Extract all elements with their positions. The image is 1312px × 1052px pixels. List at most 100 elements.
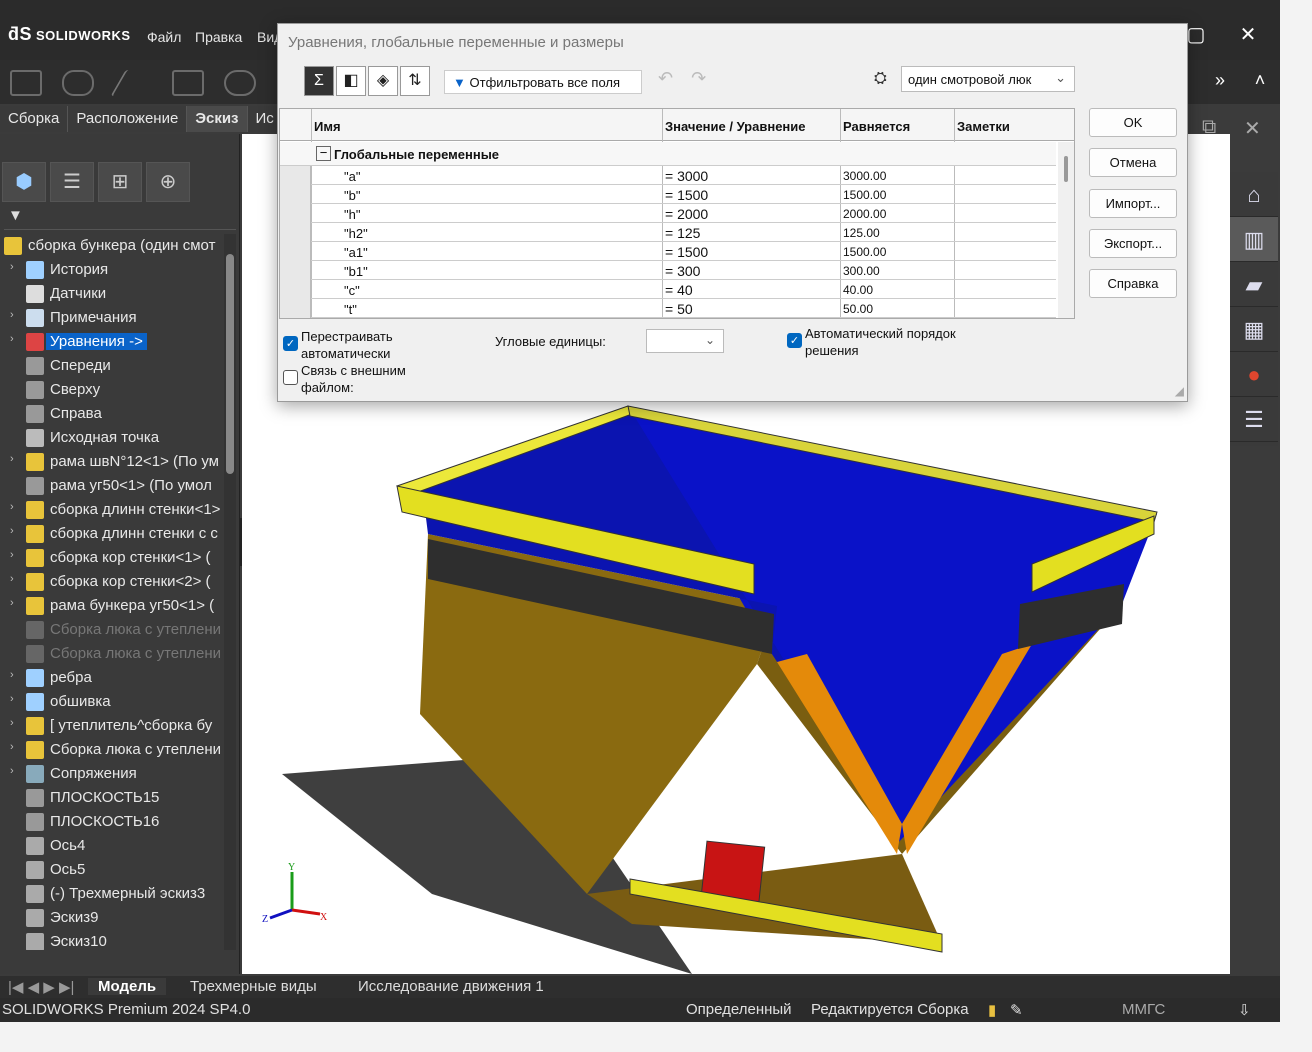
global-variables-group[interactable]: − Глобальные переменные xyxy=(280,142,1056,166)
expand-arrow-icon[interactable]: › xyxy=(10,309,14,321)
variable-value[interactable]: = 1500 xyxy=(665,187,708,203)
status-units[interactable]: ММГС xyxy=(1122,1001,1165,1018)
variable-row[interactable]: "b1" = 300 300.00 xyxy=(280,261,1056,280)
expand-arrow-icon[interactable]: › xyxy=(10,741,14,753)
tree-item[interactable]: Справа xyxy=(0,402,222,426)
variable-name[interactable]: "t" xyxy=(344,302,357,317)
tree-scroll-thumb[interactable] xyxy=(226,254,234,474)
rebuild-auto-checkbox[interactable]: ✓ xyxy=(283,336,298,351)
redo-icon[interactable]: ↷ xyxy=(691,68,724,88)
col-name[interactable]: Имя xyxy=(314,119,341,134)
variable-value[interactable]: = 40 xyxy=(665,282,693,298)
expand-arrow-icon[interactable]: › xyxy=(10,501,14,513)
expand-arrow-icon[interactable]: › xyxy=(10,573,14,585)
view-palette-icon[interactable]: ▦ xyxy=(1230,307,1278,352)
tree-item[interactable]: › рама швN°12<1> (По ум xyxy=(0,450,222,474)
tree-item[interactable]: › сборка кор стенки<1> ( xyxy=(0,546,222,570)
tree-item[interactable]: › ребра xyxy=(0,666,222,690)
tree-scrollbar[interactable] xyxy=(224,234,236,950)
variable-row[interactable]: "b" = 1500 1500.00 xyxy=(280,185,1056,204)
col-result[interactable]: Равняется xyxy=(843,119,910,134)
file-explorer-icon[interactable]: ▰ xyxy=(1230,262,1278,307)
expand-arrow-icon[interactable]: › xyxy=(10,765,14,777)
tree-item[interactable]: рама уг50<1> (По умол xyxy=(0,474,222,498)
variable-value[interactable]: = 125 xyxy=(665,225,700,241)
row-header[interactable] xyxy=(280,185,311,204)
tree-item[interactable]: › [ утеплитель^сборка бу xyxy=(0,714,222,738)
toolbar-component-icon[interactable] xyxy=(10,70,42,96)
variable-row[interactable]: "a1" = 1500 1500.00 xyxy=(280,242,1056,261)
configuration-select[interactable]: один смотровой люк ⌄ xyxy=(901,66,1075,92)
tab-layout[interactable]: Расположение xyxy=(68,106,188,132)
resize-grip-icon[interactable]: ◢ xyxy=(1175,384,1184,398)
tree-root[interactable]: сборка бункера (один смот xyxy=(0,234,222,258)
tree-item[interactable]: (-) Трехмерный эскиз3 xyxy=(0,882,222,906)
home-icon[interactable]: ⌂ xyxy=(1230,172,1278,217)
dimension-view-icon[interactable]: ◈ xyxy=(368,66,398,96)
tree-item[interactable]: Датчики xyxy=(0,282,222,306)
expand-arrow-icon[interactable]: › xyxy=(10,453,14,465)
row-header[interactable] xyxy=(280,261,311,280)
equation-view-icon[interactable]: Σ xyxy=(304,66,334,96)
expand-arrow-icon[interactable]: › xyxy=(10,549,14,561)
tab-sketch[interactable]: Эскиз xyxy=(187,106,248,132)
collapse-toolbar-icon[interactable]: ˄ xyxy=(1240,70,1280,91)
design-library-icon[interactable]: ▥ xyxy=(1230,217,1278,262)
variable-value[interactable]: = 3000 xyxy=(665,168,708,184)
tab-model[interactable]: Модель xyxy=(88,978,167,995)
tree-item[interactable]: › Примечания xyxy=(0,306,222,330)
row-header[interactable] xyxy=(280,242,311,261)
tree-item[interactable]: Сверху xyxy=(0,378,222,402)
link-file-checkbox[interactable] xyxy=(283,370,298,385)
variable-name[interactable]: "b1" xyxy=(344,264,368,279)
variable-row[interactable]: "h" = 2000 2000.00 xyxy=(280,204,1056,223)
col-value[interactable]: Значение / Уравнение xyxy=(665,119,806,134)
tree-item[interactable]: › Уравнения -> xyxy=(0,330,222,354)
tab-nav-arrows-icon[interactable]: |◀ ◀ ▶ ▶| xyxy=(8,978,74,996)
dimxpert-tab-icon[interactable]: ⊕ xyxy=(146,162,190,202)
tree-item[interactable]: › сборка длинн стенки с с xyxy=(0,522,222,546)
variable-row[interactable]: "a" = 3000 3000.00 xyxy=(280,166,1056,185)
toolbar-mate-icon[interactable] xyxy=(62,70,94,96)
tree-item[interactable]: Ось4 xyxy=(0,834,222,858)
tree-item[interactable]: › Сопряжения xyxy=(0,762,222,786)
tree-item[interactable]: › Сборка люка с утеплени xyxy=(0,738,222,762)
property-manager-tab-icon[interactable]: ☰ xyxy=(50,162,94,202)
variable-row[interactable]: "t" = 50 50.00 xyxy=(280,299,1056,318)
import-button[interactable]: Импорт... xyxy=(1089,189,1177,218)
tree-item[interactable]: › История xyxy=(0,258,222,282)
variable-value[interactable]: = 300 xyxy=(665,263,700,279)
auto-order-checkbox[interactable]: ✓ xyxy=(787,333,802,348)
row-header[interactable] xyxy=(280,299,311,318)
variable-name[interactable]: "a1" xyxy=(344,245,368,260)
appearances-icon[interactable]: ● xyxy=(1230,352,1278,397)
undo-icon[interactable]: ↶ xyxy=(658,68,691,88)
row-header[interactable] xyxy=(280,166,311,185)
tree-item[interactable]: Эскиз9 xyxy=(0,906,222,930)
tree-item[interactable]: Сборка люка с утеплени xyxy=(0,618,222,642)
variable-name[interactable]: "b" xyxy=(344,188,360,203)
tab-3d-views[interactable]: Трехмерные виды xyxy=(190,978,317,995)
row-header[interactable] xyxy=(280,280,311,299)
tree-item[interactable]: › сборка длинн стенки<1> xyxy=(0,498,222,522)
cancel-button[interactable]: Отмена xyxy=(1089,148,1177,177)
tab-motion-study[interactable]: Исследование движения 1 xyxy=(358,978,544,995)
help-button[interactable]: Справка xyxy=(1089,269,1177,298)
expand-arrow-icon[interactable]: › xyxy=(10,261,14,273)
toolbar-rectangle-icon[interactable] xyxy=(172,70,204,96)
tree-item[interactable]: Сборка люка с утеплени xyxy=(0,642,222,666)
variable-row[interactable]: "h2" = 125 125.00 xyxy=(280,223,1056,242)
variable-value[interactable]: = 50 xyxy=(665,301,693,317)
rebuild-indicator-icon[interactable]: ▮ xyxy=(988,1001,996,1019)
export-button[interactable]: Экспорт... xyxy=(1089,229,1177,258)
tree-item[interactable]: Эскиз10 xyxy=(0,930,222,950)
row-header[interactable] xyxy=(280,204,311,223)
expand-arrow-icon[interactable]: › xyxy=(10,597,14,609)
menu-file[interactable]: Файл xyxy=(147,29,181,45)
collapse-icon[interactable]: − xyxy=(316,146,331,161)
ordered-view-icon[interactable]: ⇅ xyxy=(400,66,430,96)
tree-filter[interactable]: ▼ xyxy=(4,204,236,230)
variable-name[interactable]: "h2" xyxy=(344,226,368,241)
variable-row[interactable]: "c" = 40 40.00 xyxy=(280,280,1056,299)
grid-scrollbar[interactable] xyxy=(1058,142,1074,318)
